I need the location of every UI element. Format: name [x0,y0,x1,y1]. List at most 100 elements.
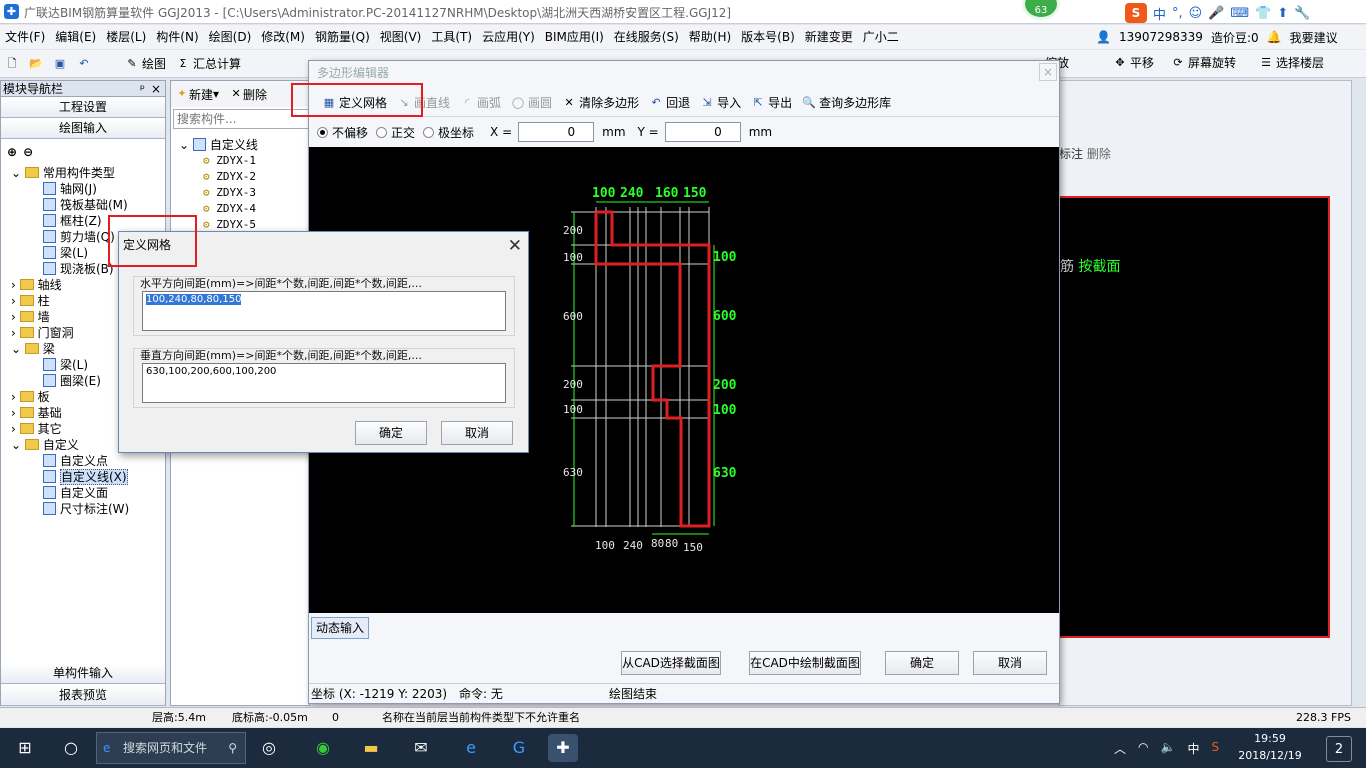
chevron-right-icon[interactable]: › [11,422,20,436]
menu-tools[interactable]: 工具(T) [426,25,477,49]
grid-ok-button[interactable]: 确定 [355,421,427,445]
close-icon[interactable]: × [151,81,161,97]
mic-icon[interactable]: 🎤 [1208,6,1224,21]
from-cad-button[interactable]: 从CAD选择截面图 [621,651,721,675]
phone-number[interactable]: 13907298339 [1119,30,1203,44]
menu-file[interactable]: 文件(F) [0,25,50,49]
volume-icon[interactable]: 🔈 [1161,740,1176,757]
menu-new-change[interactable]: 新建变更 [800,25,858,49]
open-button[interactable]: 📂 [24,51,48,77]
component-item[interactable]: ⚙ ZDYX-1 [179,153,309,169]
draw-circle-button[interactable]: ◯ 画圆 [506,90,557,116]
nav-tree-item[interactable]: 筏板基础(M) [1,197,165,213]
menu-online[interactable]: 在线服务(S) [609,25,684,49]
nav-tree-item[interactable]: 自定义面 [1,485,165,501]
save-button[interactable]: ▣ [48,51,72,77]
chevron-right-icon[interactable]: › [11,294,20,308]
undo-polygon-button[interactable]: ↶ 回退 [644,90,695,116]
close-button[interactable]: × [1039,63,1057,81]
no-offset-radio[interactable] [317,126,328,138]
ok-button[interactable]: 确定 [885,651,959,675]
notification-center-button[interactable]: 2 [1326,736,1352,762]
sogou-tray-icon[interactable]: S [1211,740,1219,757]
menu-view[interactable]: 视图(V) [375,25,427,49]
delete-component-button[interactable]: ✕ 删除 [229,86,267,103]
green-browser-icon[interactable]: ◉ [308,734,338,762]
collapse-all-icon[interactable]: ⊖ [23,145,33,159]
export-button[interactable]: ⇱ 导出 [746,90,797,116]
chevron-right-icon[interactable]: › [11,310,20,324]
settings-icon[interactable]: 🔧 [1294,6,1310,21]
x-input[interactable]: 0 [518,122,595,142]
vertical-spacing-input[interactable]: 630,100,200,600,100,200 [142,363,506,403]
chevron-right-icon[interactable]: › [11,278,20,292]
chevron-right-icon[interactable]: › [11,326,20,340]
horizontal-spacing-input[interactable]: 100,240,80,80,150 [142,291,506,331]
user-icon[interactable]: 👤 [1096,30,1111,44]
draw-in-cad-button[interactable]: 在CAD中绘制截面图 [749,651,861,675]
suggest-link[interactable]: 我要建议 [1290,29,1338,46]
delete-annot-button[interactable]: 删除 [1087,147,1111,161]
clock[interactable]: 19:59 2018/12/19 [1238,730,1302,764]
grid-cancel-button[interactable]: 取消 [441,421,513,445]
section-viewport[interactable]: 筋 按截面 [1058,196,1330,638]
by-section-label[interactable]: 按截面 [1078,259,1120,275]
draw-arc-button[interactable]: ◜ 画弧 [455,90,506,116]
pin-icon[interactable]: ᵖ [140,81,145,97]
expand-all-icon[interactable]: ⊕ [7,145,17,159]
sum-button[interactable]: Σ 汇总计算 [171,51,246,77]
component-item[interactable]: ⚙ ZDYX-3 [179,185,309,201]
single-input-button[interactable]: 单构件输入 [1,663,165,684]
menu-rebar[interactable]: 钢筋量(Q) [310,25,375,49]
y-input[interactable]: 0 [664,122,741,142]
new-file-button[interactable]: 🗋 [0,51,24,77]
ime-tray[interactable]: 中 [1187,740,1199,757]
menu-help[interactable]: 帮助(H) [684,25,736,49]
bell-icon[interactable]: 🔔 [1267,30,1282,44]
import-button[interactable]: ⇲ 导入 [695,90,746,116]
chevron-down-icon[interactable]: ⌄ [11,438,25,452]
close-icon[interactable]: ✕ [508,236,522,256]
menu-draw[interactable]: 绘图(D) [204,25,257,49]
ggj-app-icon[interactable]: ✚ [548,734,578,762]
menu-bim[interactable]: BIM应用(I) [540,25,609,49]
menu-floor[interactable]: 楼层(L) [101,25,151,49]
project-settings-button[interactable]: 工程设置 [1,97,165,118]
new-component-button[interactable]: ✦ 新建 ▾ [175,86,219,103]
query-library-button[interactable]: 🔍 查询多边形库 [797,90,896,116]
clear-polygon-button[interactable]: ✕ 清除多边形 [557,90,644,116]
rotate-button[interactable]: ⟳ 屏幕旋转 [1166,50,1241,76]
mail-icon[interactable]: ✉ [406,734,436,762]
draw-button[interactable]: ✎ 绘图 [120,51,171,77]
menu-component[interactable]: 构件(N) [151,25,203,49]
draw-input-button[interactable]: 绘图输入 [1,118,165,139]
component-item[interactable]: ⚙ ZDYX-2 [179,169,309,185]
nav-tree-item[interactable]: 自定义线(X) [1,469,165,485]
menu-cloud[interactable]: 云应用(Y) [477,25,540,49]
pan-button[interactable]: ✥ 平移 [1108,50,1159,76]
nav-tree-item[interactable]: ⌄ 常用构件类型 [1,165,165,181]
polar-radio[interactable] [423,126,435,138]
ortho-radio[interactable] [376,126,388,138]
ime-punct-icon[interactable]: °, [1172,6,1183,21]
sogou-icon[interactable]: S [1125,3,1147,23]
report-preview-button[interactable]: 报表预览 [1,685,165,706]
ime-mode[interactable]: 中 [1153,4,1166,23]
component-search-input[interactable] [173,109,309,129]
taskbar-search[interactable]: 搜索网页和文件 e ⚲ [96,732,246,764]
chevron-up-icon[interactable]: ︿ [1114,740,1126,757]
cortana-icon[interactable]: ○ [56,734,86,762]
nav-tree-item[interactable]: 轴网(J) [1,181,165,197]
upload-icon[interactable]: ⬆ [1277,6,1288,21]
edge-icon[interactable]: e [456,734,486,762]
nav-tree-item[interactable]: 自定义点 [1,453,165,469]
menu-modify[interactable]: 修改(M) [256,25,310,49]
dynamic-input-button[interactable]: 动态输入 [311,617,369,639]
component-root[interactable]: ⌄ 自定义线 [179,137,309,153]
component-item[interactable]: ⚙ ZDYX-4 [179,201,309,217]
chevron-down-icon[interactable]: ⌄ [11,166,25,180]
keyboard-icon[interactable]: ⌨ [1230,6,1249,21]
chevron-down-icon[interactable]: ⌄ [11,342,25,356]
chevron-right-icon[interactable]: › [11,390,20,404]
menu-assistant[interactable]: 广小二 [858,25,904,49]
